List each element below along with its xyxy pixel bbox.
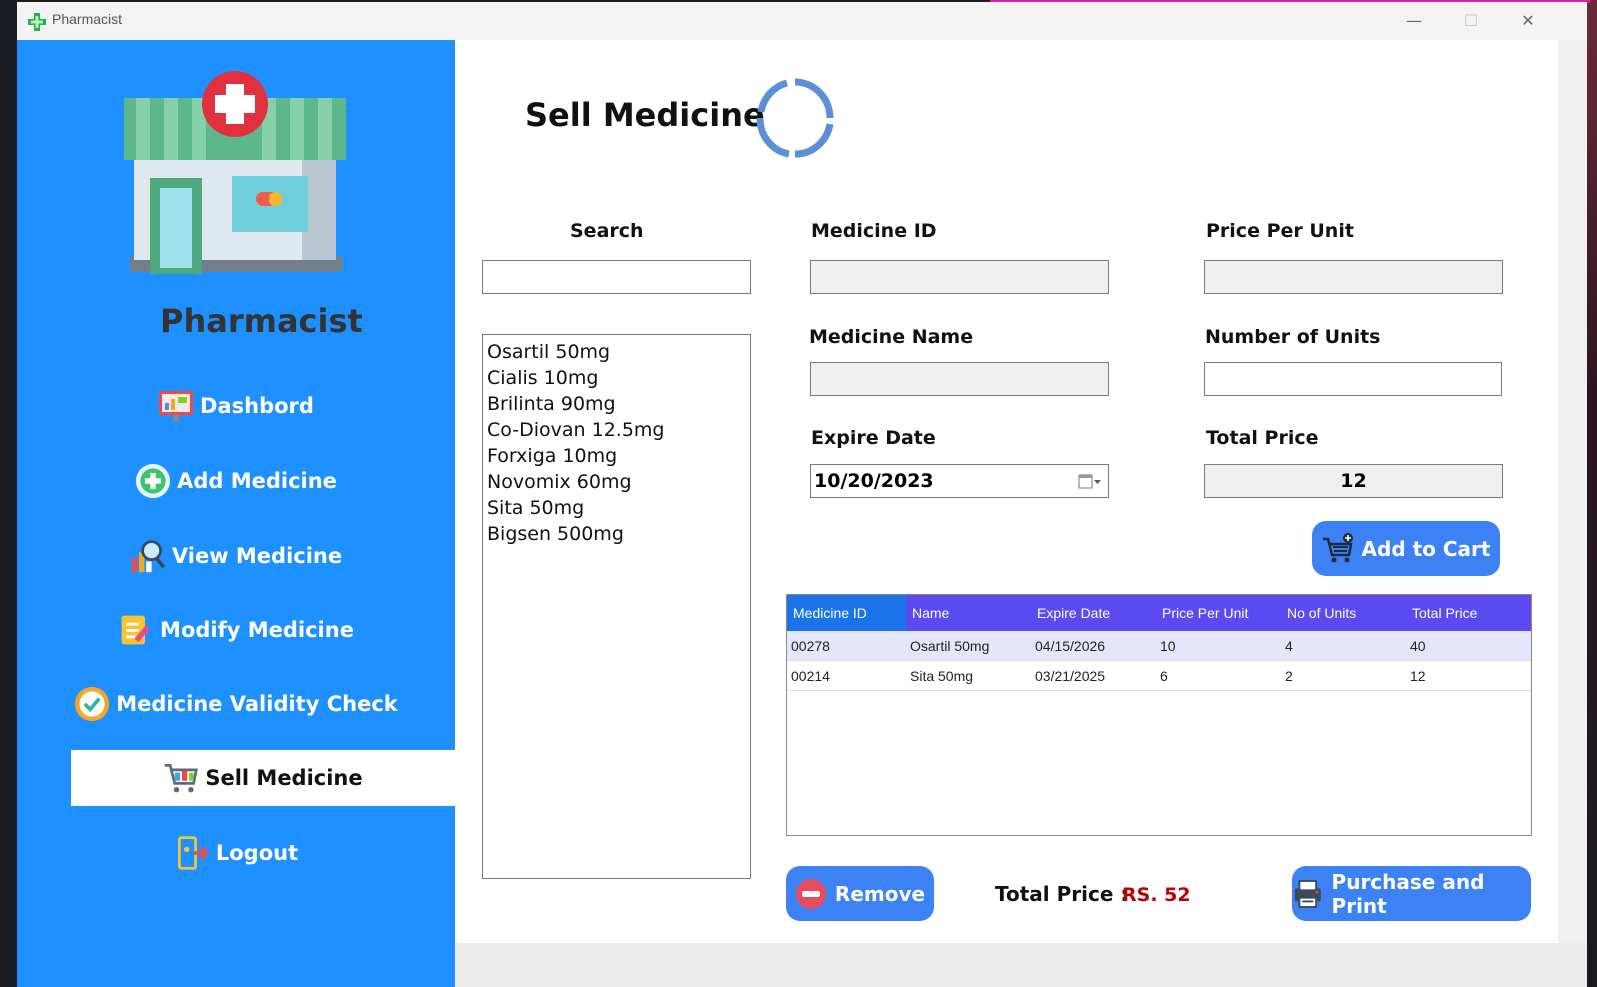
price-per-unit-label: Price Per Unit [1206, 220, 1354, 242]
column-header[interactable]: Price Per Unit [1156, 595, 1281, 631]
table-cell: 2 [1285, 667, 1293, 684]
nav-label: Logout [215, 841, 299, 865]
table-cell: 4 [1285, 637, 1293, 654]
medicine-name-label: Medicine Name [809, 326, 974, 348]
table-cell: 6 [1160, 667, 1168, 684]
medicine-list[interactable]: Osartil 50mg Cialis 10mg Brilinta 90mg C… [482, 334, 751, 879]
purchase-and-print-button[interactable]: Purchase and Print [1292, 866, 1531, 921]
cart-table[interactable]: Medicine ID Name Expire Date Price Per U… [786, 594, 1532, 836]
nav-label: Add Medicine [177, 469, 337, 493]
calendar-dropdown-icon[interactable] [1078, 473, 1102, 491]
window-title: Pharmacist [52, 11, 123, 27]
nav-dashboard[interactable]: Dashbord [17, 378, 455, 434]
price-per-unit-field[interactable] [1204, 260, 1503, 294]
number-of-units-label: Number of Units [1205, 326, 1381, 348]
table-cell: Osartil 50mg [910, 637, 990, 654]
total-price-label: Total Price [1206, 427, 1319, 449]
table-cell: 03/21/2025 [1035, 667, 1106, 684]
shopping-cart-icon [163, 760, 199, 796]
nav-label: Medicine Validity Check [116, 692, 398, 716]
dashboard-icon [158, 388, 194, 424]
total-price-field[interactable]: 12 [1204, 464, 1503, 498]
edit-note-icon [118, 612, 154, 648]
printer-icon [1294, 879, 1321, 908]
app-window: Pharmacist — ☐ ✕ Pharmacist Dashbord Add… [17, 2, 1587, 987]
nav-view-medicine[interactable]: View Medicine [17, 528, 455, 584]
list-item[interactable]: Cialis 10mg [487, 365, 746, 391]
nav-medicine-validity-check[interactable]: Medicine Validity Check [17, 676, 455, 732]
table-row[interactable]: 00214 Sita 50mg 03/21/2025 6 2 12 [787, 661, 1531, 691]
check-badge-icon [74, 686, 110, 722]
column-header[interactable]: Expire Date [1031, 595, 1156, 631]
column-header[interactable]: Medicine ID [787, 595, 906, 631]
table-cell: 00214 [791, 667, 830, 684]
window-footer-strip [455, 943, 1587, 987]
add-to-cart-button[interactable]: Add to Cart [1312, 521, 1500, 576]
expire-date-value: 10/20/2023 [814, 470, 934, 492]
nav-add-medicine[interactable]: Add Medicine [17, 453, 455, 509]
table-cell: 10 [1160, 637, 1176, 654]
nav-label: Dashbord [200, 394, 314, 418]
page-title: Sell Medicine [525, 96, 765, 134]
column-header[interactable]: Total Price [1406, 595, 1531, 631]
medicine-name-field[interactable] [810, 362, 1109, 396]
list-item[interactable]: Forxiga 10mg [487, 443, 746, 469]
list-item[interactable]: Novomix 60mg [487, 469, 746, 495]
purchase-and-print-label: Purchase and Print [1331, 869, 1485, 918]
cart-add-icon [1322, 532, 1353, 562]
expire-date-label: Expire Date [811, 427, 936, 449]
table-header: Medicine ID Name Expire Date Price Per U… [787, 595, 1531, 631]
total-price-footer-label: Total Price : [995, 882, 1129, 906]
column-header[interactable]: Name [906, 595, 1031, 631]
number-of-units-field[interactable] [1204, 362, 1502, 396]
nav-label: View Medicine [171, 544, 343, 568]
search-label: Search [570, 220, 644, 242]
list-item[interactable]: Sita 50mg [487, 495, 746, 521]
medicine-id-field[interactable] [810, 260, 1109, 294]
nav-modify-medicine[interactable]: Modify Medicine [17, 602, 455, 658]
minimize-button[interactable]: — [1394, 8, 1434, 34]
sidebar: Pharmacist Dashbord Add Medicine View Me… [17, 40, 455, 987]
medicine-id-label: Medicine ID [811, 220, 937, 242]
pharmacy-store-logo [124, 71, 346, 274]
search-input[interactable] [482, 260, 751, 294]
add-to-cart-label: Add to Cart [1361, 536, 1491, 561]
remove-icon [795, 878, 826, 909]
nav-logout[interactable]: Logout [17, 825, 455, 881]
logout-icon [174, 835, 210, 871]
nav-sell-medicine[interactable]: Sell Medicine [71, 750, 455, 806]
main-panel: Sell Medicine Search Osartil 50mg Cialis… [455, 40, 1558, 943]
column-header[interactable]: No of Units [1281, 595, 1406, 631]
nav-label: Modify Medicine [160, 618, 354, 642]
list-item[interactable]: Brilinta 90mg [487, 391, 746, 417]
loading-spinner-icon [756, 78, 834, 158]
list-item[interactable]: Bigsen 500mg [487, 521, 746, 547]
total-price-footer-value: RS. 52 [1122, 884, 1191, 906]
app-cross-icon [28, 13, 46, 31]
list-item[interactable]: Osartil 50mg [487, 339, 746, 365]
close-button[interactable]: ✕ [1508, 8, 1548, 34]
table-cell: Sita 50mg [910, 667, 974, 684]
table-cell: 40 [1410, 637, 1426, 654]
table-cell: 00278 [791, 637, 830, 654]
table-cell: 04/15/2026 [1035, 637, 1106, 654]
nav-label: Sell Medicine [205, 766, 363, 790]
title-bar: Pharmacist — ☐ ✕ [17, 2, 1587, 40]
remove-label: Remove [834, 881, 926, 906]
list-item[interactable]: Co-Diovan 12.5mg [487, 417, 746, 443]
brand-title: Pharmacist [160, 302, 363, 340]
table-cell: 12 [1410, 667, 1426, 684]
expire-date-picker[interactable]: 10/20/2023 [810, 464, 1109, 498]
remove-button[interactable]: Remove [786, 866, 934, 921]
table-row[interactable]: 00278 Osartil 50mg 04/15/2026 10 4 40 [787, 631, 1531, 661]
magnifier-chart-icon [130, 538, 166, 574]
add-circle-icon [135, 463, 171, 499]
maximize-button[interactable]: ☐ [1451, 8, 1491, 34]
